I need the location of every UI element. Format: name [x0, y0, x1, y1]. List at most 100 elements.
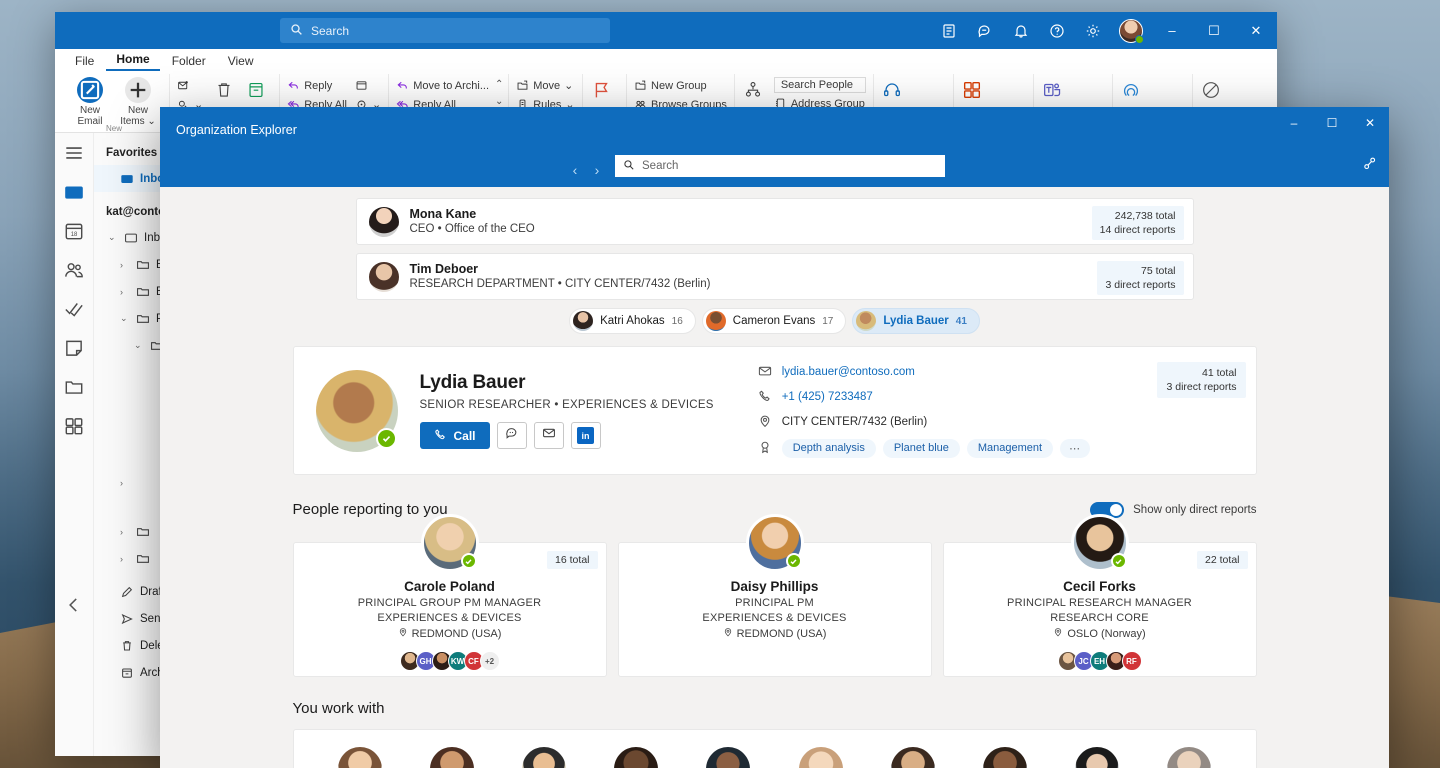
tab-home[interactable]: Home	[106, 50, 159, 71]
chain-row-manager[interactable]: Tim Deboer RESEARCH DEPARTMENT • CITY CE…	[356, 253, 1194, 300]
list-item[interactable]	[590, 747, 682, 768]
notes-icon[interactable]	[63, 337, 85, 359]
mail-icon[interactable]	[63, 181, 85, 203]
chevron-right-icon[interactable]: ›	[120, 527, 130, 537]
collapse-pane-button[interactable]	[63, 594, 85, 616]
profile-phone-link[interactable]: +1 (425) 7233487	[782, 391, 873, 403]
you-work-with-list[interactable]	[293, 729, 1257, 768]
list-item[interactable]	[867, 747, 959, 768]
apps-grid-icon[interactable]	[961, 74, 983, 101]
org-search-input[interactable]: Search	[615, 155, 945, 177]
block-icon[interactable]	[1200, 74, 1222, 101]
notes-icon[interactable]	[931, 12, 967, 49]
report-name: Carole Poland	[404, 579, 495, 594]
move-button[interactable]: Move ⌄	[516, 77, 574, 94]
tab-file[interactable]: File	[65, 52, 104, 71]
headset-icon[interactable]	[881, 74, 903, 101]
teams-icon[interactable]	[1041, 74, 1063, 101]
report-location: REDMOND (USA)	[398, 627, 502, 640]
user-avatar[interactable]	[1119, 19, 1143, 43]
org-minimize-button[interactable]: –	[1275, 107, 1313, 139]
quicksteps-up-icon[interactable]: ⌃	[495, 77, 503, 92]
skill-chip-more-button[interactable]: ⋯	[1060, 439, 1090, 458]
forward-button[interactable]: ›	[586, 162, 608, 178]
archive-button[interactable]	[245, 74, 267, 101]
chevron-right-icon[interactable]: ›	[120, 554, 130, 564]
new-group-button[interactable]: New Group	[634, 77, 727, 94]
folders-icon[interactable]	[63, 376, 85, 398]
org-window-controls: – ☐ ✕	[1275, 107, 1389, 139]
delete-button[interactable]	[213, 74, 235, 101]
profile-email-row[interactable]: lydia.bauer@contoso.com	[758, 364, 1090, 381]
quicksteps-scroll[interactable]: ⌃ ⌄	[495, 74, 503, 109]
tasks-icon[interactable]	[63, 298, 85, 320]
chevron-right-icon[interactable]: ›	[120, 478, 130, 488]
chat-button[interactable]	[497, 422, 527, 449]
org-close-button[interactable]: ✕	[1351, 107, 1389, 139]
chevron-right-icon[interactable]: ›	[120, 260, 130, 270]
list-item[interactable]	[406, 747, 498, 768]
linkedin-button[interactable]: in	[571, 422, 601, 449]
bell-icon[interactable]	[1003, 12, 1039, 49]
move-to-archive-button[interactable]: Move to Archi...	[396, 77, 489, 94]
gear-icon[interactable]	[1075, 12, 1111, 49]
profile-phone-row[interactable]: +1 (425) 7233487	[758, 389, 1090, 406]
status-badge: 16 total	[547, 551, 597, 569]
chevron-down-icon[interactable]: ⌄	[134, 340, 144, 351]
addins-icon[interactable]	[63, 415, 85, 437]
profile-email-link[interactable]: lydia.bauer@contoso.com	[782, 366, 915, 378]
outlook-titlebar-actions: – ☐ ✕	[931, 12, 1277, 49]
peer-pill-cameron-evans[interactable]: Cameron Evans 17	[702, 308, 847, 334]
peer-name: Lydia Bauer	[883, 315, 948, 327]
link-share-icon[interactable]	[1362, 156, 1377, 176]
list-item[interactable]	[682, 747, 774, 768]
search-people-input[interactable]: Search People	[774, 77, 866, 93]
list-item[interactable]	[1051, 747, 1143, 768]
peer-pill-lydia-bauer[interactable]: Lydia Bauer 41	[852, 308, 980, 334]
reply-button[interactable]: Reply	[287, 77, 347, 94]
help-icon[interactable]	[1039, 12, 1075, 49]
list-item[interactable]	[959, 747, 1051, 768]
outlook-close-button[interactable]: ✕	[1235, 12, 1277, 49]
meeting-button[interactable]	[355, 77, 381, 94]
flag-icon[interactable]	[590, 74, 612, 101]
avatar-overflow-count[interactable]: +2	[480, 651, 500, 671]
chevron-right-icon[interactable]: ›	[120, 287, 130, 297]
tab-view[interactable]: View	[218, 52, 264, 71]
list-item[interactable]	[775, 747, 867, 768]
back-button[interactable]: ‹	[564, 162, 586, 178]
report-card-cecil-forks[interactable]: 22 total Cecil Forks PRINCIPAL RESEARCH …	[943, 542, 1257, 677]
new-email-button[interactable]: NewEmail	[66, 74, 114, 127]
ignore-button[interactable]	[177, 77, 203, 94]
avatar	[421, 514, 479, 572]
outlook-maximize-button[interactable]: ☐	[1193, 12, 1235, 49]
calendar-icon[interactable]: 18	[63, 220, 85, 242]
insights-icon[interactable]	[1120, 74, 1142, 101]
outlook-search-input[interactable]: Search	[280, 18, 610, 43]
skill-chip-depth-analysis[interactable]: Depth analysis	[782, 439, 876, 458]
chat-icon[interactable]	[967, 12, 1003, 49]
org-maximize-button[interactable]: ☐	[1313, 107, 1351, 139]
report-card-daisy-phillips[interactable]: Daisy Phillips PRINCIPAL PM EXPERIENCES …	[618, 542, 932, 677]
chevron-down-icon[interactable]: ⌄	[108, 232, 118, 243]
list-item[interactable]	[1143, 747, 1235, 768]
call-button[interactable]: Call	[420, 422, 490, 449]
skill-chip-management[interactable]: Management	[967, 439, 1053, 458]
report-card-carole-poland[interactable]: 16 total Carole Poland PRINCIPAL GROUP P…	[293, 542, 607, 677]
list-item[interactable]	[498, 747, 590, 768]
move-to-archive-label: Move to Archi...	[413, 80, 489, 92]
peer-pill-katri-ahokas[interactable]: Katri Ahokas 16	[569, 308, 696, 334]
people-icon[interactable]	[63, 259, 85, 281]
chain-row-ceo[interactable]: Mona Kane CEO • Office of the CEO 242,73…	[356, 198, 1194, 245]
email-button[interactable]	[534, 422, 564, 449]
direct-reports-toggle-group[interactable]: Show only direct reports	[1090, 502, 1256, 518]
outlook-minimize-button[interactable]: –	[1151, 12, 1193, 49]
org-chart-icon[interactable]	[742, 74, 774, 101]
skill-chip-planet-blue[interactable]: Planet blue	[883, 439, 960, 458]
hamburger-icon[interactable]	[63, 142, 85, 164]
chain-person-text: Mona Kane CEO • Office of the CEO	[410, 206, 535, 237]
tab-folder[interactable]: Folder	[162, 52, 216, 71]
chevron-down-icon[interactable]: ⌄	[120, 313, 130, 324]
list-item[interactable]	[314, 747, 406, 768]
new-items-button[interactable]: NewItems ⌄	[114, 74, 162, 127]
